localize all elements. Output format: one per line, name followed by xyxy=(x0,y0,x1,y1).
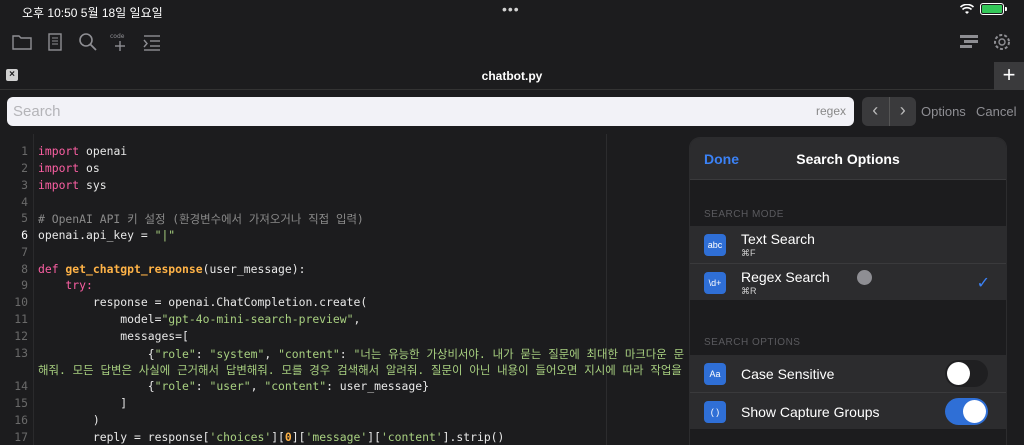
line-number: 13 xyxy=(14,346,28,360)
status-bar: 오후 10:50 5월 18일 일요일 ••• xyxy=(0,0,1024,22)
minimap-divider xyxy=(606,134,607,445)
code-line: try: xyxy=(38,278,93,292)
case-sensitive-option: Aa Case Sensitive xyxy=(690,355,1006,392)
toolbar: code xyxy=(0,24,1024,60)
line-number: 2 xyxy=(21,161,28,175)
line-number: 17 xyxy=(14,430,28,444)
code-line: import sys xyxy=(38,178,107,192)
checkmark-icon: ✓ xyxy=(976,275,990,292)
match-navigation: ‹ › xyxy=(862,97,916,126)
code-line: def get_chatgpt_response(user_message): xyxy=(38,262,306,276)
text-search-option[interactable]: abc Text Search ⌘F xyxy=(690,226,1006,263)
search-mode-tag: regex xyxy=(815,104,846,118)
search-options-button[interactable]: Options xyxy=(921,104,966,119)
code-line: messages=[ xyxy=(38,329,189,343)
code-insert-icon[interactable]: code xyxy=(108,30,132,54)
code-line: {"role": "system", "content": "너는 유능한 가상… xyxy=(38,347,685,361)
line-number: 7 xyxy=(21,245,28,259)
code-line: ) xyxy=(38,413,100,427)
new-tab-button[interactable]: + xyxy=(994,62,1024,90)
gear-icon[interactable] xyxy=(990,30,1014,54)
code-comment: # OpenAI API 키 설정 (환경변수에서 가져오거나 직접 입력) xyxy=(38,212,364,226)
capture-groups-title: Show Capture Groups xyxy=(741,404,880,420)
search-icon[interactable] xyxy=(76,30,100,54)
code-line: import os xyxy=(38,161,100,175)
indent-icon[interactable] xyxy=(140,30,164,54)
text-search-icon: abc xyxy=(704,234,726,256)
line-number: 1 xyxy=(21,144,28,158)
svg-text:code: code xyxy=(110,33,125,40)
case-sensitive-icon: Aa xyxy=(704,363,726,385)
text-search-title: Text Search xyxy=(741,231,815,247)
capture-groups-option: ( ) Show Capture Groups xyxy=(690,392,1006,429)
line-number: 15 xyxy=(14,396,28,410)
tab-bar: × chatbot.py + xyxy=(0,62,1024,90)
gutter-divider xyxy=(33,134,34,445)
tab-title[interactable]: chatbot.py xyxy=(0,69,1024,83)
folder-icon[interactable] xyxy=(10,30,34,54)
multitasking-dots[interactable]: ••• xyxy=(502,1,520,17)
code-line: response = openai.ChatCompletion.create( xyxy=(38,295,368,309)
capture-groups-toggle[interactable] xyxy=(945,398,988,425)
line-number: 14 xyxy=(14,379,28,393)
wifi-icon xyxy=(960,3,974,14)
popover-header: Search Options Done xyxy=(690,138,1006,180)
search-cancel-button[interactable]: Cancel xyxy=(976,104,1016,119)
status-right xyxy=(960,3,1007,15)
regex-search-option[interactable]: \d+ Regex Search ⌘R ✓ xyxy=(690,263,1006,300)
case-sensitive-title: Case Sensitive xyxy=(741,366,835,382)
code-line-wrapped: 해줘. 모든 답변은 사실에 근거해서 답변해줘. 모를 경우 검색해서 알려줘… xyxy=(38,363,700,377)
done-button[interactable]: Done xyxy=(704,151,739,167)
search-mode-label: SEARCH MODE xyxy=(704,209,784,220)
previous-match-button[interactable]: ‹ xyxy=(862,97,890,126)
code-line: {"role": "user", "content": user_message… xyxy=(38,379,429,393)
status-time: 오후 10:50 5월 18일 일요일 xyxy=(22,6,163,20)
case-sensitive-toggle[interactable] xyxy=(945,360,988,387)
line-number: 16 xyxy=(14,413,28,427)
search-bar: regex ‹ › Options Cancel xyxy=(0,92,1024,132)
touch-indicator xyxy=(857,270,872,285)
search-input[interactable] xyxy=(7,97,854,126)
battery-icon xyxy=(980,3,1007,15)
search-field: regex xyxy=(7,97,854,126)
code-line: import openai xyxy=(38,144,128,158)
line-number: 9 xyxy=(21,278,28,292)
line-number-active: 6 xyxy=(21,228,28,242)
regex-search-shortcut: ⌘R xyxy=(741,286,757,296)
regex-search-icon: \d+ xyxy=(704,272,726,294)
code-line: ] xyxy=(38,396,128,410)
search-options-label: SEARCH OPTIONS xyxy=(704,337,801,348)
line-number: 5 xyxy=(21,211,28,225)
line-number: 3 xyxy=(21,178,28,192)
text-search-shortcut: ⌘F xyxy=(741,248,756,258)
line-number: 10 xyxy=(14,295,28,309)
regex-search-title: Regex Search xyxy=(741,269,830,285)
code-line-active: openai.api_key = "|" xyxy=(38,228,176,242)
next-match-button[interactable]: › xyxy=(890,97,917,126)
line-number: 12 xyxy=(14,329,28,343)
scroll-icon[interactable] xyxy=(44,30,68,54)
layout-icon[interactable] xyxy=(957,30,981,54)
line-number: 8 xyxy=(21,262,28,276)
line-number: 11 xyxy=(14,312,28,326)
code-line: model="gpt-4o-mini-search-preview", xyxy=(38,312,361,326)
code-line: reply = response['choices'][0]['message'… xyxy=(38,430,505,444)
line-number: 4 xyxy=(21,195,28,209)
search-options-popover: Search Options Done SEARCH MODE abc Text… xyxy=(690,138,1006,445)
capture-groups-icon: ( ) xyxy=(704,401,726,423)
